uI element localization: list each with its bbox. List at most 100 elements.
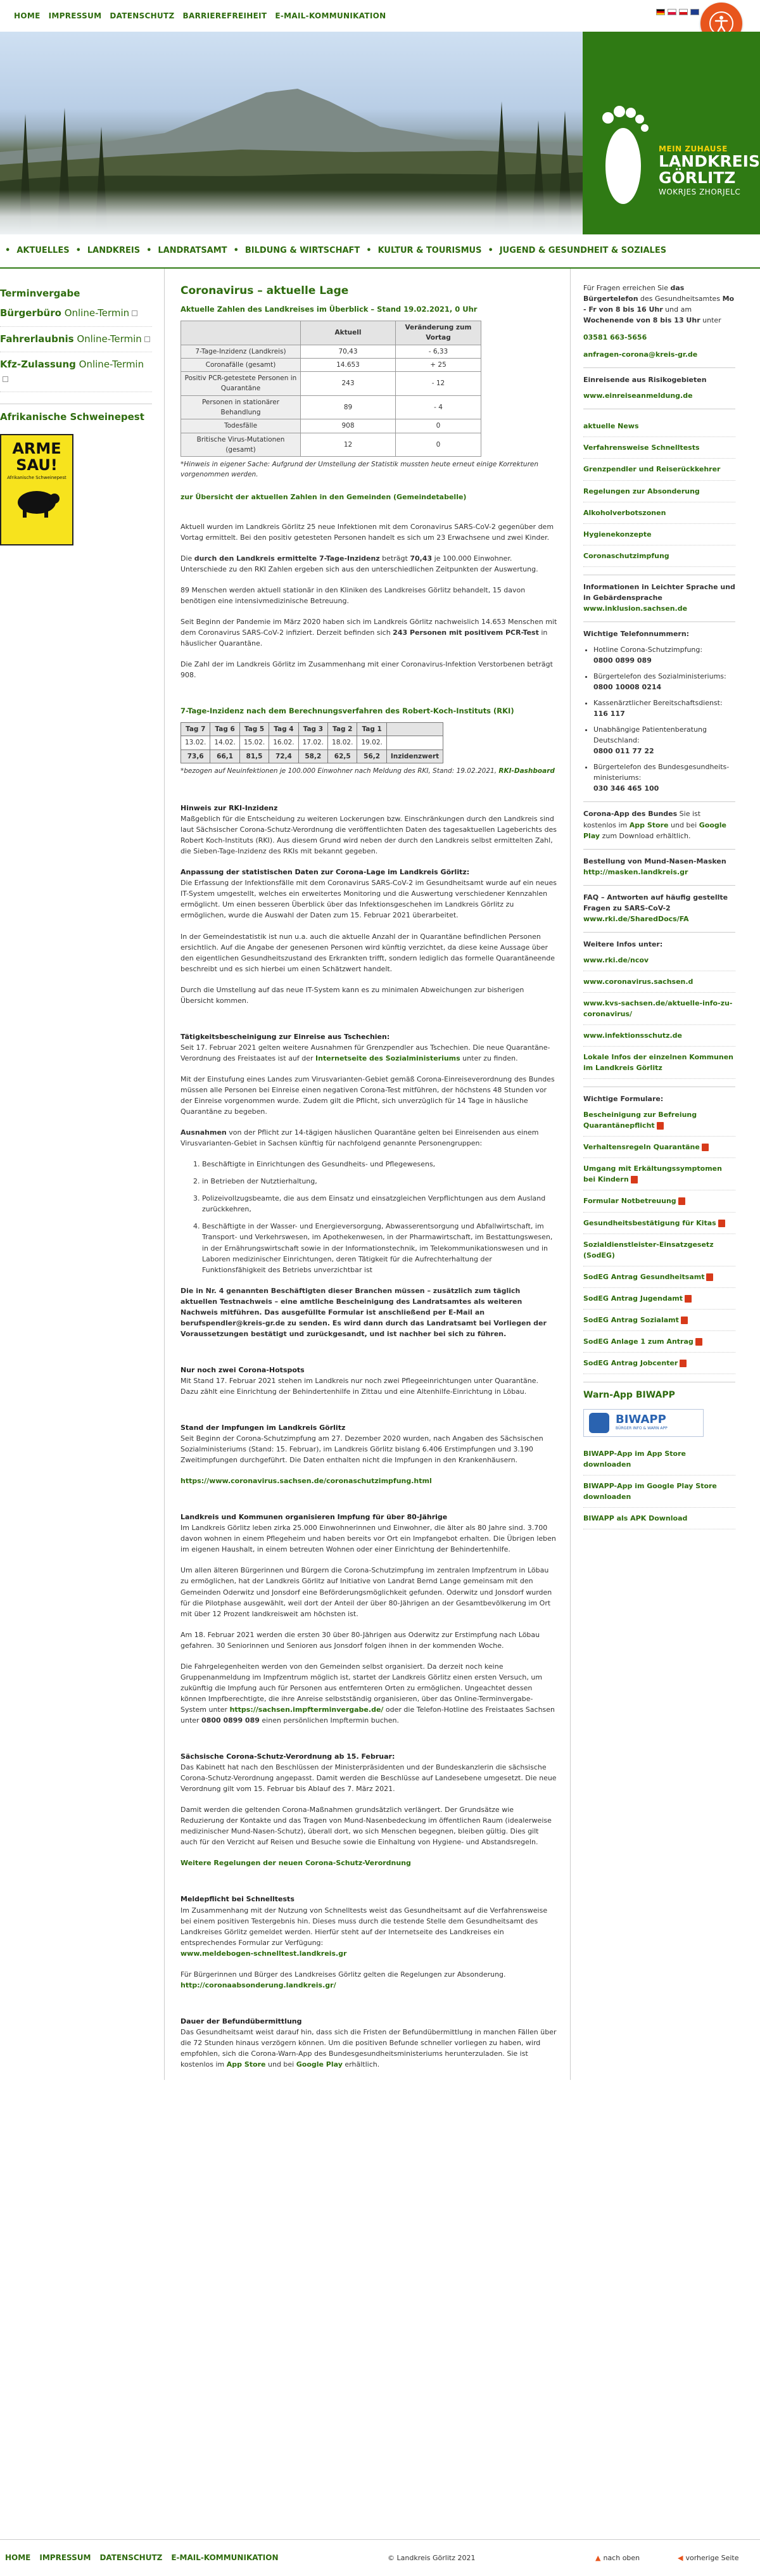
mainnav-landratsamt[interactable]: LANDRATSAMT bbox=[158, 245, 227, 257]
meldebogen-link[interactable]: www.meldebogen-schnelltest.landkreis.gr bbox=[180, 1948, 557, 1959]
footer-nav: HOME IMPRESSUM DATENSCHUTZ E-MAIL-KOMMUN… bbox=[5, 2552, 279, 2564]
flag-cz-icon[interactable] bbox=[679, 9, 688, 15]
mainnav-bildung[interactable]: BILDUNG & WIRTSCHAFT bbox=[245, 245, 360, 257]
mainnav-kultur[interactable]: KULTUR & TOURISMUS bbox=[378, 245, 482, 257]
biwapp-logo[interactable]: BIWAPP BÜRGER INFO & WARN APP bbox=[583, 1408, 704, 1437]
biwapp-apk-link[interactable]: BIWAPP als APK Download bbox=[583, 1508, 735, 1529]
mainnav-jugend[interactable]: JUGEND & GESUNDHEIT & SOZIALES bbox=[500, 245, 666, 257]
rki-hint-title: Hinweis zur RKI-Inzidenz bbox=[180, 804, 278, 813]
biwapp-google-play-link[interactable]: BIWAPP-App im Google Play Store download… bbox=[583, 1476, 735, 1508]
taetigkeit-title: Tätigkeitsbescheinigung zur Einreise aus… bbox=[180, 1032, 390, 1041]
impftermin-link[interactable]: https://sachsen.impfterminvergabe.de/ bbox=[230, 1706, 384, 1714]
meldepflicht-text-2: Für Bürgerinnen und Bürger des Landkreis… bbox=[180, 1970, 506, 1979]
form-link[interactable]: Sozialdienstleister-Einsatzgesetz (SodEG… bbox=[583, 1234, 735, 1266]
triangle-left-icon: ◀ bbox=[678, 2553, 683, 2562]
ue80-text-2: Um allen älteren Bürgerinnen und Bürgern… bbox=[180, 1566, 552, 1618]
asp-heading: Afrikanische Schweinepest bbox=[0, 411, 144, 423]
verordnung-link[interactable]: Weitere Regelungen der neuen Corona-Schu… bbox=[180, 1858, 557, 1868]
hotline-email[interactable]: anfragen-corona@kreis-gr.de bbox=[583, 349, 735, 360]
form-link[interactable]: Gesundheitsbestätigung für Kitas bbox=[583, 1213, 735, 1234]
link-absonderung[interactable]: Regelungen zur Absonderung bbox=[583, 481, 735, 502]
masks-link[interactable]: http://masken.landkreis.gr bbox=[583, 867, 735, 877]
top-bar: HOME IMPRESSUM DATENSCHUTZ BARRIEREFREIH… bbox=[0, 0, 760, 44]
form-link[interactable]: SodEG Antrag Jobcenter bbox=[583, 1353, 735, 1374]
gemeindetabelle-link[interactable]: zur Übersicht der aktuellen Zahlen in de… bbox=[180, 492, 557, 502]
rki-dashboard-link[interactable]: RKI-Dashboard bbox=[498, 767, 555, 775]
flag-de-icon[interactable] bbox=[656, 9, 665, 15]
footer-email[interactable]: E-MAIL-KOMMUNIKATION bbox=[171, 2552, 278, 2564]
exception-list: Beschäftigte in Einrichtungen des Gesund… bbox=[202, 1159, 557, 1275]
external-link-icon bbox=[132, 310, 138, 317]
stats-update-text-2: In der Gemeindestatistik ist nun u.a. au… bbox=[180, 932, 555, 973]
form-link[interactable]: Formular Notbetreuung bbox=[583, 1190, 735, 1213]
topnav-email[interactable]: E-MAIL-KOMMUNIKATION bbox=[275, 10, 386, 22]
form-link[interactable]: Verhaltensregeln Quarantäne bbox=[583, 1137, 735, 1159]
back-to-top-link[interactable]: ▲ nach oben bbox=[595, 2553, 640, 2563]
list-item: Beschäftigte in Einrichtungen des Gesund… bbox=[202, 1159, 557, 1170]
biwapp-app-store-link[interactable]: BIWAPP-App im App Store downloaden bbox=[583, 1443, 735, 1476]
paragraph-new-infections: Aktuell wurden im Landkreis Görlitz 25 n… bbox=[180, 522, 554, 542]
topnav-impressum[interactable]: IMPRESSUM bbox=[49, 10, 102, 22]
footer-datenschutz[interactable]: DATENSCHUTZ bbox=[99, 2552, 162, 2564]
link-hygienekonzepte[interactable]: Hygienekonzepte bbox=[583, 524, 735, 545]
copyright: © Landkreis Görlitz 2021 bbox=[388, 2553, 476, 2562]
link-kvs-sachsen[interactable]: www.kvs-sachsen.de/aktuelle-info-zu-coro… bbox=[583, 993, 735, 1026]
form-link[interactable]: Umgang mit Erkältungssymptomen bei Kinde… bbox=[583, 1158, 735, 1191]
link-coronavirus-sachsen[interactable]: www.coronavirus.sachsen.d bbox=[583, 971, 735, 993]
form-link[interactable]: SodEG Antrag Gesundheitsamt bbox=[583, 1266, 735, 1288]
taetigkeit-text-2: Mit der Einstufung eines Landes zum Viru… bbox=[180, 1074, 555, 1116]
asp-campaign-image[interactable]: ARME SAU! Afrikanische Schweinepest bbox=[0, 433, 73, 545]
more-info-section: Weitere Infos unter: www.rki.de/ncov www… bbox=[583, 931, 735, 1080]
form-link[interactable]: SodEG Antrag Jugendamt bbox=[583, 1288, 735, 1310]
list-item: Bürgertelefon des Bundesgesundheits-mini… bbox=[593, 762, 735, 794]
previous-page-link[interactable]: ◀ vorherige Seite bbox=[678, 2553, 739, 2563]
corona-app-store-link[interactable]: App Store bbox=[630, 821, 669, 829]
link-schnelltests[interactable]: Verfahrensweise Schnelltests bbox=[583, 437, 735, 459]
impfung-link[interactable]: https://www.coronavirus.sachsen.de/coron… bbox=[180, 1476, 557, 1486]
absonderung-link[interactable]: http://coronaabsonderung.landkreis.gr/ bbox=[180, 1980, 557, 1991]
paragraph-total: Seit Beginn der Pandemie im März 2020 ha… bbox=[180, 617, 557, 648]
flag-gb-icon[interactable] bbox=[690, 9, 699, 15]
link-aktuelle-news[interactable]: aktuelle News bbox=[583, 416, 735, 438]
form-link[interactable]: SodEG Anlage 1 zum Antrag bbox=[583, 1331, 735, 1353]
right-sidebar: Für Fragen erreichen Sie das Bürgertelef… bbox=[571, 269, 735, 2080]
befund-text: Das Gesundheitsamt weist darauf hin, das… bbox=[180, 2027, 557, 2069]
flag-pl-icon[interactable] bbox=[668, 9, 676, 15]
phone-numbers-section: Wichtige Telefonnummern: Hotline Corona-… bbox=[583, 621, 735, 794]
form-link[interactable]: SodEG Antrag Sozialamt bbox=[583, 1310, 735, 1331]
link-lokale-infos[interactable]: Lokale Infos der einzelnen Kommunen im L… bbox=[583, 1047, 735, 1080]
topnav-home[interactable]: HOME bbox=[14, 10, 41, 22]
main-content: Coronavirus – aktuelle Lage Aktuelle Zah… bbox=[165, 269, 570, 2080]
inklusion-link[interactable]: www.inklusion.sachsen.de bbox=[583, 603, 735, 614]
link-alkoholverbot[interactable]: Alkoholverbotszonen bbox=[583, 502, 735, 524]
mainnav-landkreis[interactable]: LANDKREIS bbox=[87, 245, 140, 257]
ue80-text-3: Am 18. Februar 2021 werden die ersten 30… bbox=[180, 1630, 540, 1650]
phone-list: Hotline Corona-Schutzimpfung:0800 0899 0… bbox=[593, 644, 735, 794]
app-store-link[interactable]: App Store bbox=[227, 2060, 266, 2069]
footer-impressum[interactable]: IMPRESSUM bbox=[39, 2552, 91, 2564]
link-grenzpendler[interactable]: Grenzpendler und Reiserückkehrer bbox=[583, 459, 735, 481]
link-rki[interactable]: www.rki.de/ncov bbox=[583, 950, 735, 971]
termin-buergerbuero[interactable]: Bürgerbüro Online-Termin bbox=[0, 301, 152, 327]
termin-kfz-zulassung[interactable]: Kfz-Zulassung Online-Termin bbox=[0, 352, 152, 393]
topnav-datenschutz[interactable]: DATENSCHUTZ bbox=[110, 10, 174, 22]
link-coronaschutzimpfung[interactable]: Coronaschutzimpfung bbox=[583, 545, 735, 567]
faq-link[interactable]: www.rki.de/SharedDocs/FA bbox=[583, 914, 735, 924]
rki-incidence-table: Tag 7 Tag 6 Tag 5 Tag 4 Tag 3 Tag 2 Tag 1 13.0… bbox=[180, 722, 444, 763]
list-item: Hotline Corona-Schutzimpfung:0800 0899 0… bbox=[593, 644, 735, 666]
termin-fahrerlaubnis[interactable]: Fahrerlaubnis Online-Termin bbox=[0, 327, 152, 352]
link-infektionsschutz[interactable]: www.infektionsschutz.de bbox=[583, 1025, 735, 1047]
hotline-phone[interactable]: 03581 663-5656 bbox=[583, 332, 735, 343]
biwapp-section: Warn-App BIWAPP BIWAPP BÜRGER INFO & WAR… bbox=[583, 1381, 735, 1529]
sozialministerium-link[interactable]: Internetseite des Sozialministeriums bbox=[315, 1054, 460, 1062]
main-nav: • AKTUELLES • LANDKREIS • LANDRATSAMT • BILD… bbox=[0, 234, 760, 269]
verordnung-title: Sächsische Corona-Schutz-Verordnung ab 1… bbox=[180, 1752, 395, 1761]
table-row: Coronafälle (gesamt) 14.653 + 25 bbox=[180, 357, 481, 373]
form-link[interactable]: Bescheinigung zur Befreiung Quarantänepf… bbox=[583, 1104, 735, 1137]
google-play-link[interactable]: Google Play bbox=[296, 2060, 343, 2069]
list-item: Bürgertelefon des Sozialministeriums:080… bbox=[593, 671, 735, 692]
mainnav-aktuelles[interactable]: AKTUELLES bbox=[16, 245, 69, 257]
topnav-barrierefreiheit[interactable]: BARRIEREFREIHEIT bbox=[183, 10, 267, 22]
footer-home[interactable]: HOME bbox=[5, 2552, 30, 2564]
einreise-link[interactable]: www.einreiseanmeldung.de bbox=[583, 390, 735, 401]
